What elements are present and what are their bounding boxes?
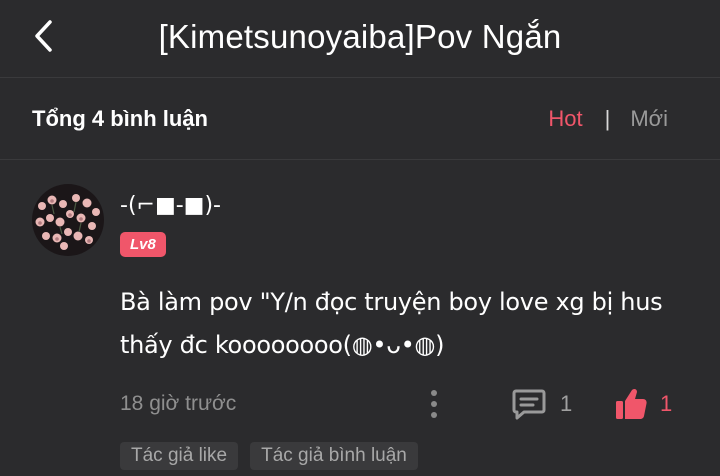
sort-separator: | <box>604 106 611 131</box>
comment-total-label: Tổng 4 bình luận <box>32 106 208 131</box>
reply-button[interactable]: 1 <box>512 386 572 422</box>
like-button[interactable]: 1 <box>614 386 672 422</box>
like-count: 1 <box>660 391 673 416</box>
comment-text: Bà làm pov "Y/n đọc truyện boy love xg b… <box>120 288 663 359</box>
sort-hot-tab[interactable]: Hot <box>548 106 582 132</box>
more-vertical-icon <box>431 390 437 396</box>
reply-count: 1 <box>560 391 573 416</box>
sort-new-tab[interactable]: Mới <box>630 106 668 132</box>
comment-summary-bar: Tổng 4 bình luận Hot | Mới <box>0 78 720 160</box>
avatar-image <box>32 184 104 256</box>
author-liked-tag: Tác giả like <box>120 442 239 470</box>
level-badge: Lv8 <box>120 232 166 257</box>
comment-username[interactable]: -(⌐■-■)- <box>120 193 221 218</box>
tag-list: Tác giả like Tác giả bình luận <box>120 442 418 470</box>
more-options-button[interactable] <box>424 388 444 420</box>
thumbs-up-icon <box>616 388 647 419</box>
avatar[interactable] <box>32 184 104 256</box>
comment-item: -(⌐■-■)- Lv8 Bà làm pov "Y/n đọc truyện … <box>0 160 720 476</box>
comment-timestamp: 18 giờ trước <box>120 392 237 415</box>
page-title: [Kimetsunoyaiba]Pov Ngắn <box>158 18 562 55</box>
comment-bubble-icon <box>512 389 546 420</box>
top-bar: [Kimetsunoyaiba]Pov Ngắn <box>0 0 720 78</box>
author-commented-tag: Tác giả bình luận <box>250 442 418 470</box>
sort-switcher: Hot | Mới <box>548 106 668 132</box>
